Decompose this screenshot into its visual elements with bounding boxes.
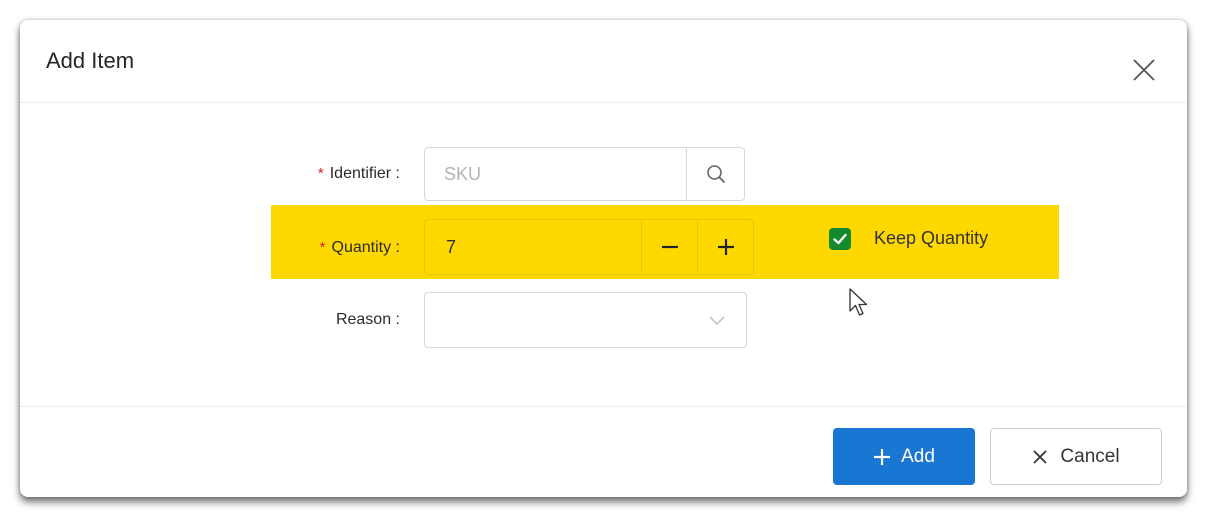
add-button[interactable]: Add [833, 428, 975, 485]
chevron-down-icon [709, 316, 725, 326]
search-icon [706, 165, 725, 184]
close-icon[interactable] [1131, 57, 1157, 83]
quantity-label: * Quantity : [250, 238, 400, 258]
decrement-button[interactable] [641, 220, 698, 274]
minus-icon [662, 245, 678, 249]
mouse-cursor-icon [849, 288, 868, 316]
quantity-input[interactable] [426, 221, 640, 273]
close-icon [1033, 449, 1048, 464]
keep-quantity-label[interactable]: Keep Quantity [874, 227, 988, 249]
increment-button[interactable] [697, 220, 754, 274]
keep-quantity-checkbox[interactable] [829, 228, 851, 250]
required-mark: * [319, 239, 326, 256]
checkmark-icon [833, 233, 847, 245]
quantity-stepper [424, 219, 754, 275]
dialog-footer: Add Cancel [20, 406, 1187, 497]
identifier-label: * Identifier : [250, 164, 400, 184]
identifier-input[interactable] [426, 149, 688, 199]
add-button-label: Add [901, 445, 935, 467]
dialog-header: Add Item [20, 20, 1187, 103]
identifier-field [424, 147, 745, 201]
search-button[interactable] [686, 148, 744, 200]
cancel-button-label: Cancel [1060, 445, 1120, 467]
reason-select[interactable] [424, 292, 747, 348]
plus-icon [874, 448, 891, 465]
add-item-dialog: Add Item * Identifier : * Quantity : [20, 20, 1187, 497]
plus-icon [718, 239, 734, 255]
identifier-label-text: Identifier : [329, 165, 400, 182]
quantity-label-text: Quantity : [331, 239, 400, 256]
required-mark: * [317, 165, 324, 182]
dialog-title: Add Item [46, 48, 135, 73]
reason-label: Reason : [335, 311, 400, 328]
cancel-button[interactable]: Cancel [990, 428, 1162, 485]
